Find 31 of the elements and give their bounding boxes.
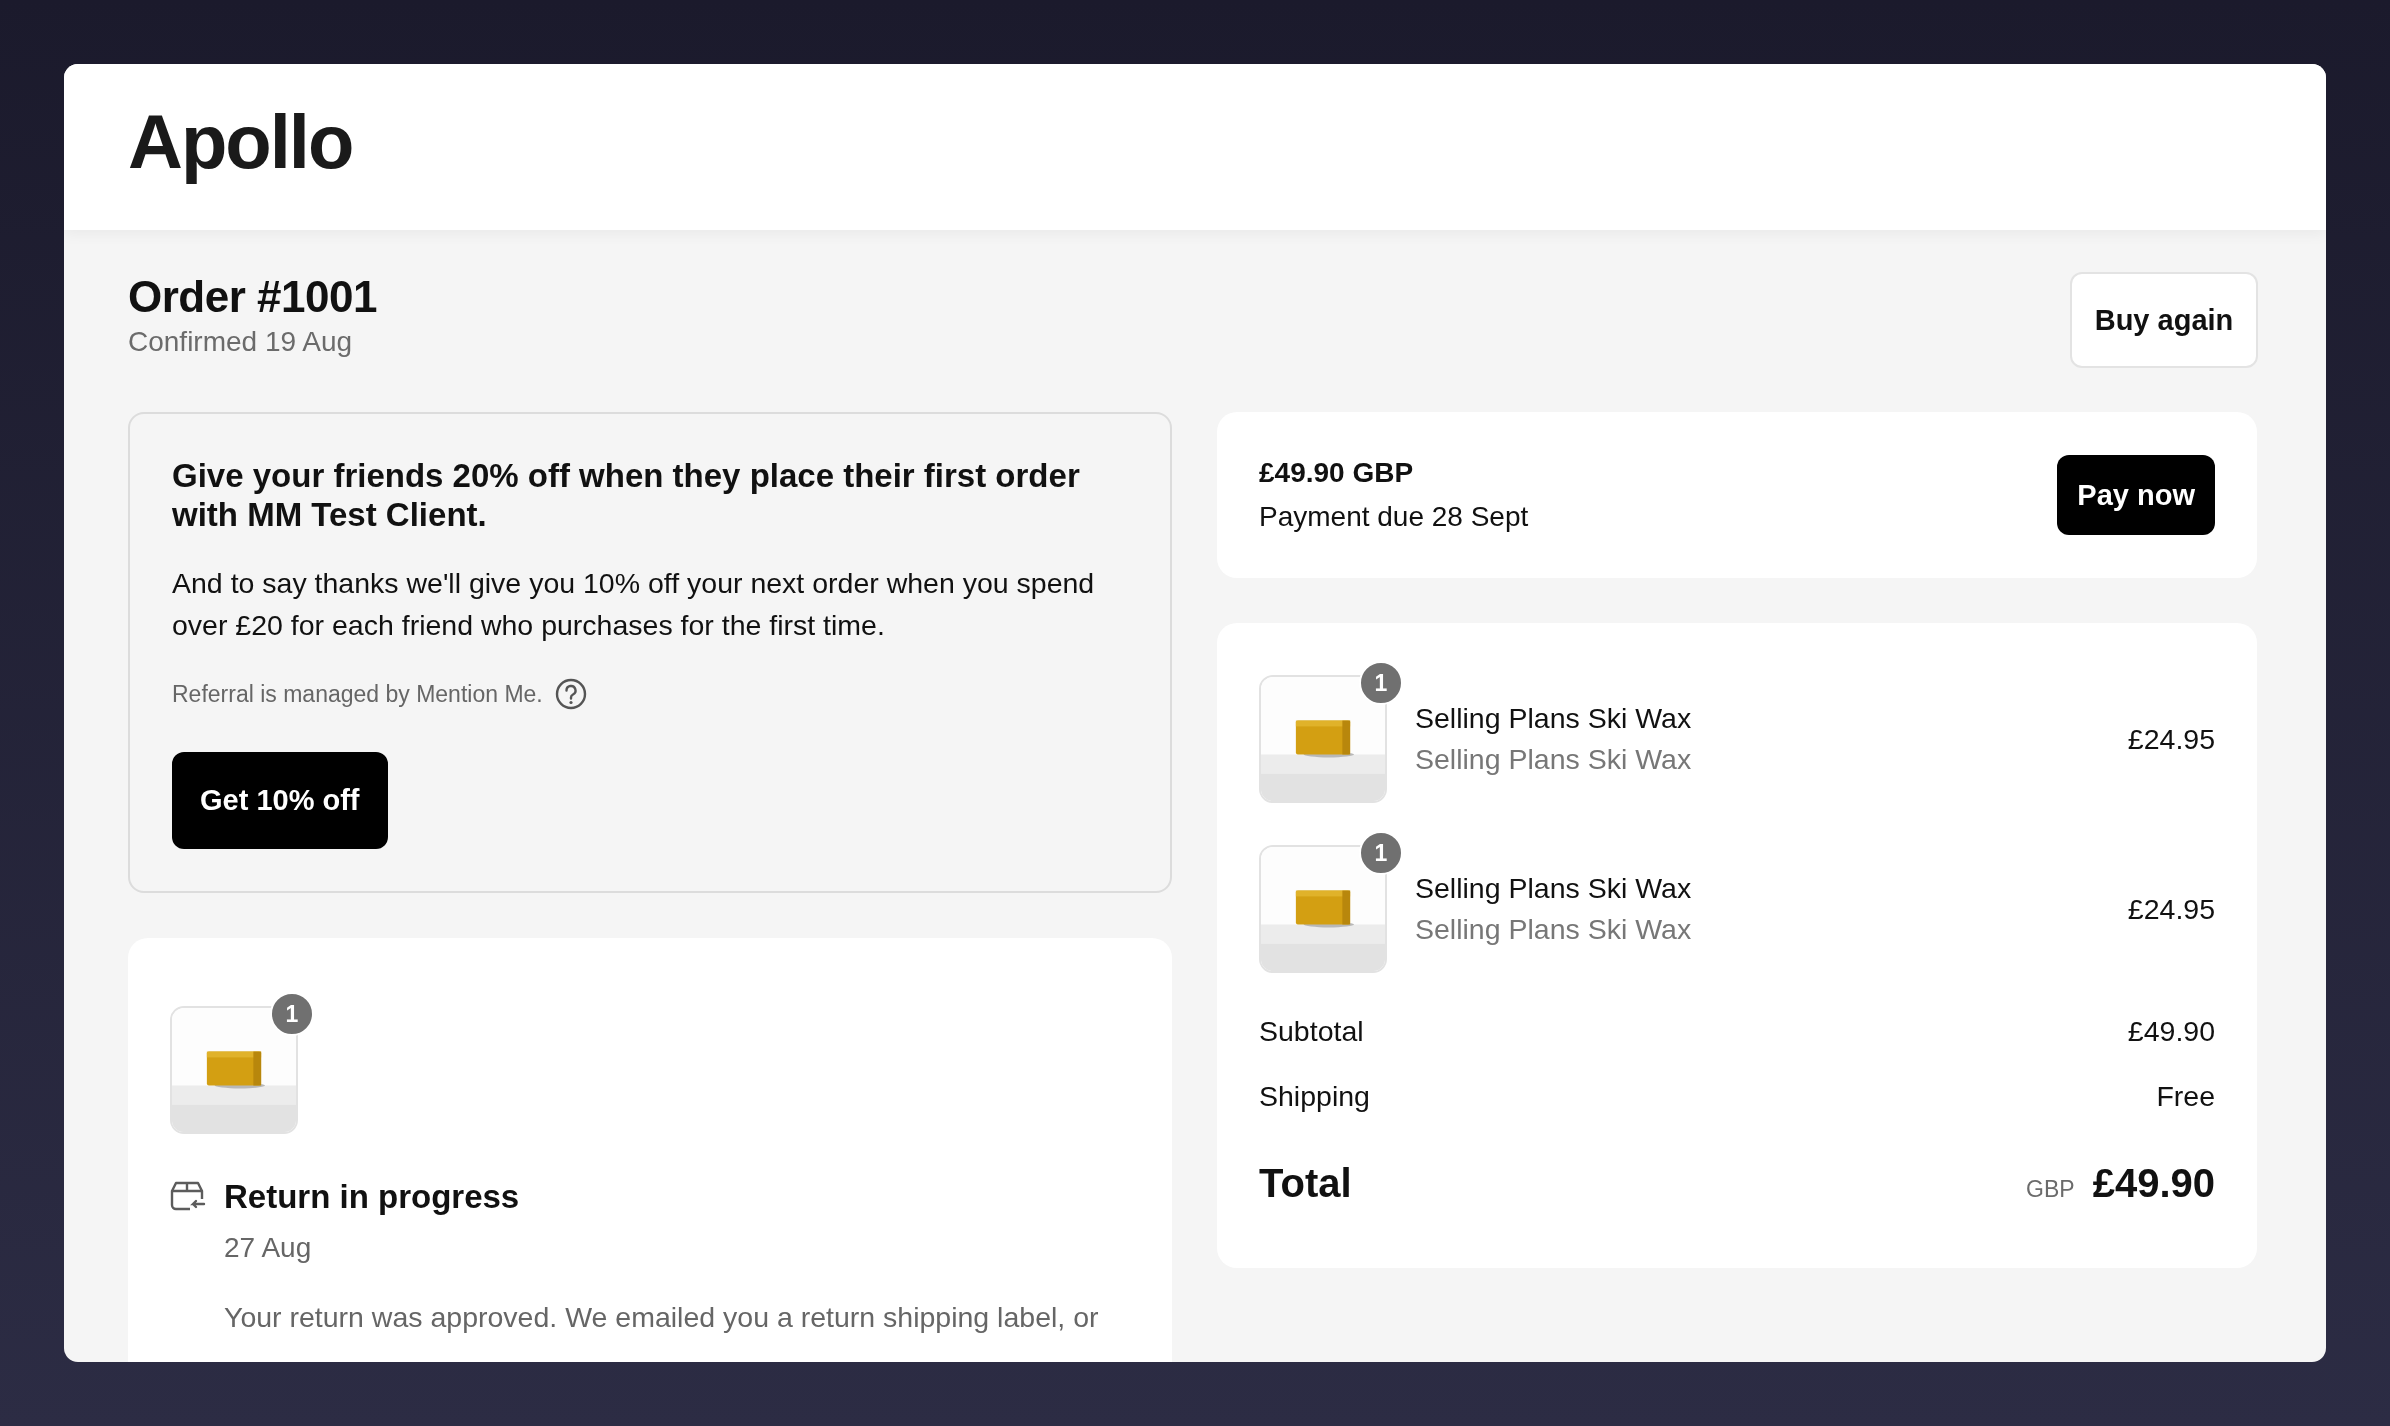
total-label: Total (1259, 1161, 1352, 1206)
return-status: Return in progress (224, 1178, 520, 1216)
product-price: £24.95 (2127, 892, 2215, 926)
product-variant: Selling Plans Ski Wax (1415, 913, 1693, 946)
total-amount: £49.90 (2092, 1161, 2215, 1206)
order-title: Order #1001 (128, 272, 377, 322)
summary-value: Free (2156, 1080, 2215, 1113)
referral-note: Referral is managed by Mention Me. (172, 680, 543, 708)
summary-label: Subtotal (1259, 1015, 1364, 1048)
return-date: 27 Aug (224, 1232, 313, 1264)
summary-value: £49.90 (2127, 1015, 2215, 1048)
payment-due-date: Payment due 28 Sept (1259, 501, 1529, 533)
order-date: Confirmed 19 Aug (128, 326, 354, 358)
quantity-badge: 1 (1359, 831, 1403, 875)
pay-now-button[interactable]: Pay now (2057, 455, 2215, 535)
help-icon[interactable] (554, 678, 587, 710)
store-logo[interactable]: Apollo (128, 97, 353, 185)
currency-code: GBP (2026, 1176, 2075, 1203)
buy-again-button[interactable]: Buy again (2070, 272, 2258, 368)
product-name: Selling Plans Ski Wax (1415, 702, 1693, 735)
referral-heading: Give your friends 20% off when they place their first order with MM Test Client. (172, 456, 1081, 534)
referral-text: And to say thanks we'll give you 10% off your next order when you spend over £20 for each friend who purchases for the first time. (172, 566, 1096, 643)
summary-label: Shipping (1259, 1080, 1370, 1113)
return-message: Your return was approved. We emailed you a return shipping label, or (224, 1300, 1100, 1335)
product-variant: Selling Plans Ski Wax (1415, 743, 1693, 776)
product-price: £24.95 (2127, 722, 2215, 756)
product-name: Selling Plans Ski Wax (1415, 872, 1693, 905)
get-discount-button[interactable]: Get 10% off (172, 752, 388, 849)
quantity-badge: 1 (1359, 661, 1403, 705)
payment-amount: £49.90 GBP (1259, 457, 1415, 489)
quantity-badge: 1 (270, 992, 314, 1036)
